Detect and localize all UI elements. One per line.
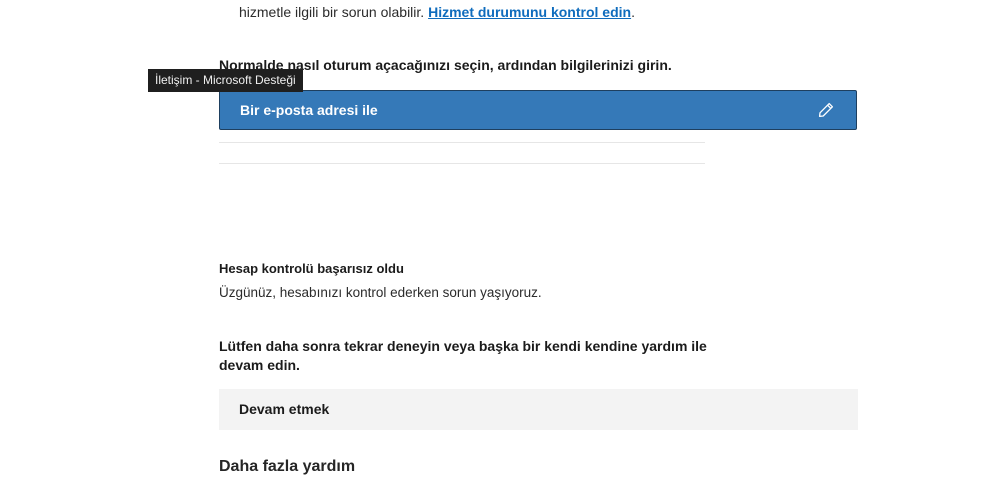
continue-button[interactable]: Devam etmek [219,389,858,430]
service-status-period: . [631,4,635,20]
section-divider [219,163,705,164]
retry-instructions: Lütfen daha sonra tekrar deneyin veya ba… [219,338,707,373]
email-option-label: Bir e-posta adresi ile [240,102,378,118]
service-status-text: hizmetle ilgili bir sorun olabilir. [239,4,425,20]
account-check-failed-message: Üzgünüz, hesabınızı kontrol ederken soru… [219,285,542,300]
check-service-status-link[interactable]: Hizmet durumunu kontrol edin [428,4,631,20]
more-help-heading: Daha fazla yardım [219,458,356,475]
pencil-edit-icon[interactable] [818,102,834,118]
service-status-notice: hizmetle ilgili bir sorun olabilir. Hizm… [239,4,635,20]
contact-tooltip: İletişim - Microsoft Desteği [148,69,303,92]
email-address-option-button[interactable]: Bir e-posta adresi ile [219,90,857,130]
continue-button-label: Devam etmek [239,401,330,417]
section-divider [219,142,705,143]
support-page: hizmetle ilgili bir sorun olabilir. Hizm… [0,0,995,478]
account-check-failed-title: Hesap kontrolü başarısız oldu [219,261,404,276]
